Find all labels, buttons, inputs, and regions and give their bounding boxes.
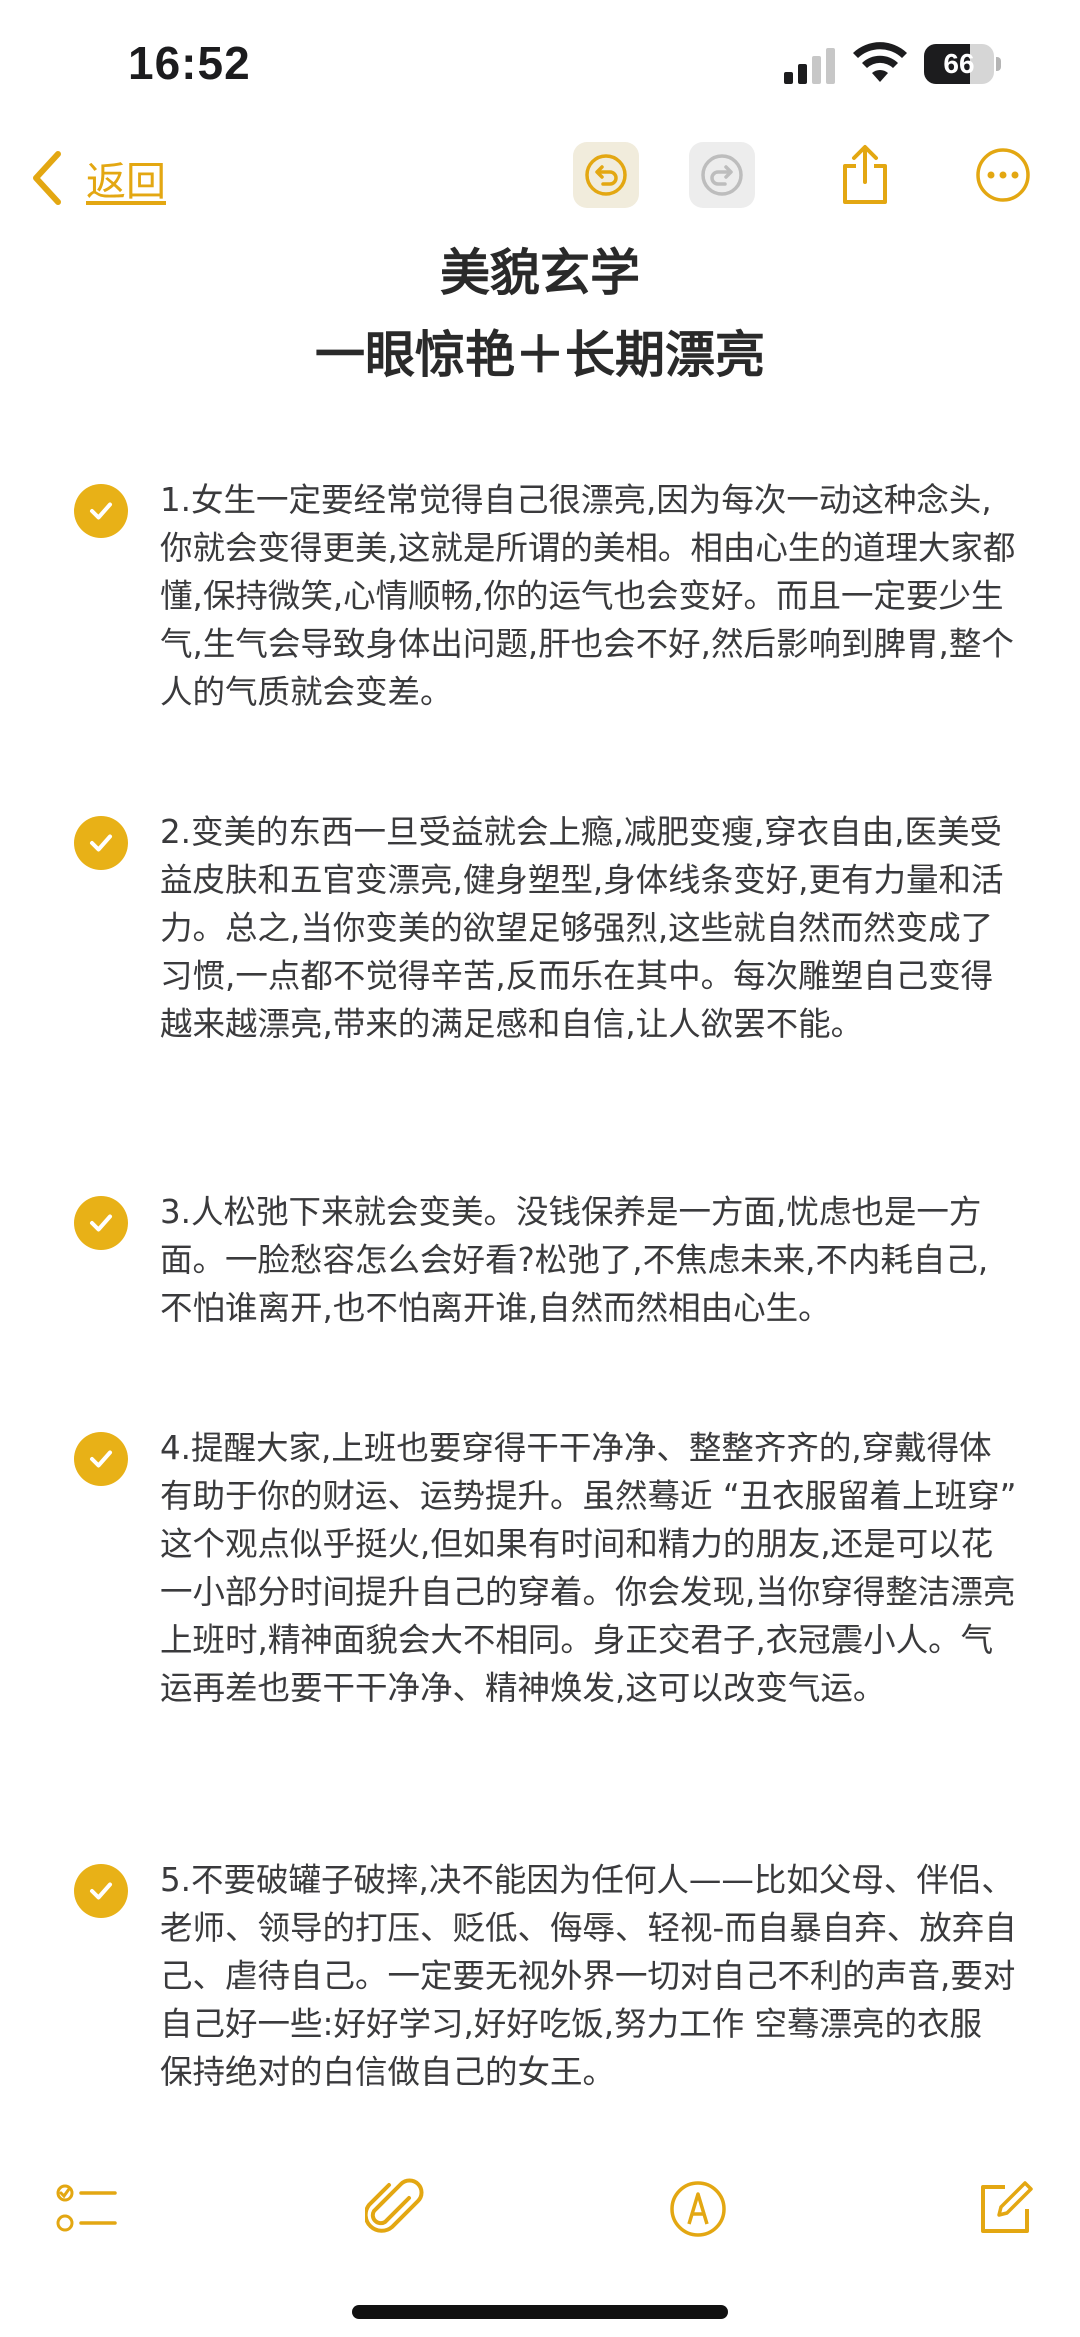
checklist-item-text: 4.提醒大家,上班也要穿得干干净净、整整齐齐的,穿戴得体有助于你的财运、运势提升… bbox=[160, 1429, 1017, 1707]
compose-button[interactable] bbox=[970, 2174, 1040, 2244]
battery-icon: 66 bbox=[924, 44, 1001, 84]
note-title[interactable]: 美貌玄学 一眼惊艳＋长期漂亮 bbox=[0, 232, 1080, 396]
share-button[interactable] bbox=[830, 142, 900, 208]
note-title-line2: 一眼惊艳＋长期漂亮 bbox=[315, 326, 765, 384]
checkmark-circle-icon[interactable] bbox=[74, 484, 128, 538]
battery-level: 66 bbox=[943, 48, 975, 79]
nav-bar: 返回 bbox=[0, 130, 1080, 240]
compose-icon bbox=[981, 2181, 1033, 2233]
markup-pen-icon bbox=[670, 2181, 726, 2237]
status-time: 16:52 bbox=[128, 37, 251, 89]
checkmark-circle-icon[interactable] bbox=[74, 1196, 128, 1250]
bottom-toolbar bbox=[0, 2150, 1080, 2260]
note-title-line1: 美貌玄学 bbox=[440, 244, 640, 302]
redo-icon bbox=[701, 154, 743, 196]
checklist-button[interactable] bbox=[52, 2174, 122, 2244]
undo-button[interactable] bbox=[573, 142, 639, 208]
checkmark-circle-icon[interactable] bbox=[74, 816, 128, 870]
checkmark-circle-icon[interactable] bbox=[74, 1864, 128, 1918]
cellular-signal-icon bbox=[784, 48, 835, 84]
checklist-item-text: 2.变美的东西一旦受益就会上瘾,减肥变瘦,穿衣自由,医美受益皮肤和五官变漂亮,健… bbox=[160, 813, 1004, 1043]
undo-icon bbox=[585, 154, 627, 196]
chevron-left-icon bbox=[33, 151, 61, 205]
checklist-item-text: 1.女生一定要经常觉得自己很漂亮,因为每次一动这种念头,你就会变得更美,这就是所… bbox=[160, 481, 1016, 711]
checklist-item-text: 5.不要破罐子破摔,决不能因为任何人——比如父母、伴侣、老师、领导的打压、贬低、… bbox=[160, 1861, 1017, 2091]
wifi-icon bbox=[853, 42, 907, 82]
back-label: 返回 bbox=[86, 159, 166, 205]
more-icon bbox=[976, 148, 1030, 202]
paperclip-icon bbox=[365, 2178, 424, 2233]
checklist-icon bbox=[56, 2184, 117, 2232]
markup-button[interactable] bbox=[663, 2174, 733, 2244]
checklist-item-text: 3.人松弛下来就会变美。没钱保养是一方面,忧虑也是一方面。一脸愁容怎么会好看?松… bbox=[160, 1193, 989, 1327]
status-bar: 16:52 66 bbox=[0, 0, 1080, 130]
share-icon bbox=[843, 145, 887, 204]
more-button[interactable] bbox=[968, 142, 1038, 208]
attach-button[interactable] bbox=[360, 2174, 430, 2244]
checkmark-circle-icon[interactable] bbox=[74, 1432, 128, 1486]
redo-button[interactable] bbox=[689, 142, 755, 208]
home-indicator[interactable] bbox=[352, 2305, 728, 2319]
back-button[interactable]: 返回 bbox=[30, 148, 166, 208]
